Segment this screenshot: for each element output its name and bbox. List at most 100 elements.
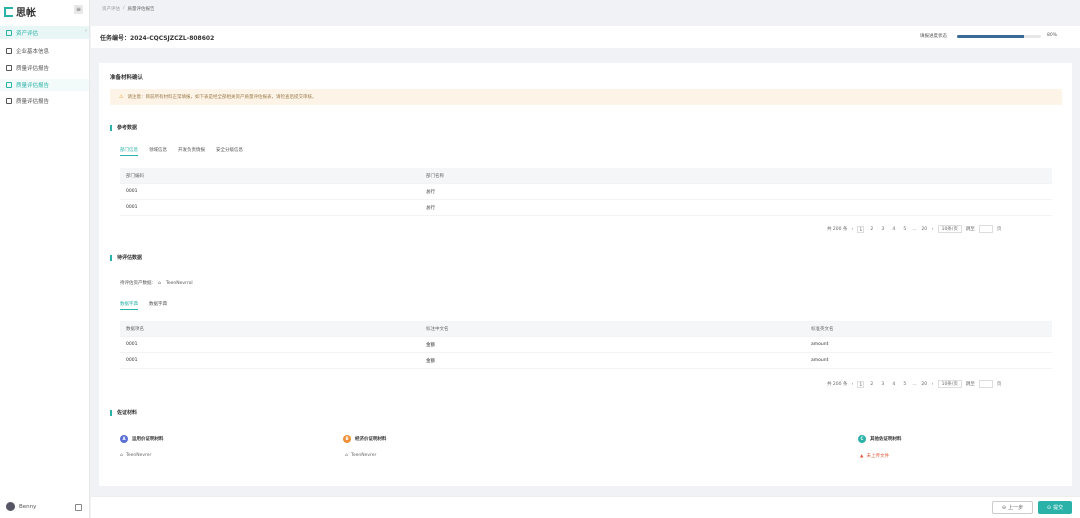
table-header: 数据项名 标注中文名 标准英文名	[120, 321, 1052, 337]
col-header: 标准英文名	[811, 326, 834, 332]
col-header: 部门名称	[426, 173, 444, 179]
pager-jump-label: 跳至	[965, 382, 975, 387]
sidebar-item-quality-report-2[interactable]: 质量评估报告	[0, 95, 89, 107]
alert-text: 请注意：目前所有材料正常填报，如下表是经全部相关资产质量评估报表，请检查后提交审…	[127, 95, 317, 100]
search-icon	[6, 82, 12, 88]
task-number-label: 任务编号：	[100, 35, 131, 42]
logo-icon	[4, 6, 13, 17]
gear-icon	[6, 65, 12, 71]
notice-alert: ⚠ 请注意：目前所有材料正常填报，如下表是经全部相关资产质量评估报表，请检查后提…	[110, 89, 1062, 105]
app-logo: 思帐	[4, 4, 36, 19]
pager-page[interactable]: 2	[868, 226, 875, 233]
tab-dev-owner[interactable]: 开发负责情报	[178, 147, 205, 156]
sidebar-item-company-info[interactable]: 企业基本信息	[0, 45, 89, 57]
page-size-select[interactable]: 10条/页	[937, 225, 962, 233]
material-missing[interactable]: ▲ 未上传文件	[860, 453, 889, 460]
folder-icon	[6, 29, 12, 36]
material-usage: A 运用价证明材料	[120, 435, 164, 443]
user-icon	[6, 98, 12, 104]
submit-label: 提交	[1053, 505, 1064, 511]
pager-prev-icon[interactable]: ‹	[851, 227, 853, 232]
pager-page[interactable]: 1	[857, 380, 865, 388]
eval-file-label: 待评估资产数据:	[120, 281, 154, 286]
table-row: 0001 金额 amount	[120, 337, 1052, 353]
table-cell: 0001	[126, 189, 138, 194]
pager-ellipsis[interactable]: …	[912, 382, 917, 387]
tab-security-level[interactable]: 安全分级信息	[216, 147, 243, 156]
pager-jump-input[interactable]	[978, 225, 993, 233]
pager-page[interactable]: 5	[901, 226, 908, 233]
sidebar-item-label: 质量评估报告	[16, 66, 50, 72]
table-row: 0001 总行	[120, 184, 1052, 200]
progress-bar	[957, 35, 1041, 38]
material-file-name: 未上传文件	[866, 454, 889, 459]
pager-ellipsis[interactable]: …	[912, 227, 917, 232]
pager-page[interactable]: 5	[901, 381, 908, 388]
table-cell: 总行	[426, 189, 435, 195]
table-row: 0001 总行	[120, 200, 1052, 216]
material-file[interactable]: ⌂ TeenNevrer	[345, 453, 376, 458]
pager-page-last[interactable]: 20	[921, 226, 928, 233]
pager-jump-input[interactable]	[978, 380, 993, 388]
col-header: 部门编码	[126, 173, 144, 179]
sidebar: 思帐 ≡ 资产评估 ‹ 企业基本信息 质量评估报告 质量评估报告 质量评估报告 …	[0, 0, 90, 518]
material-c-icon: C	[858, 435, 866, 443]
tab-data-dict[interactable]: 数据字典	[120, 301, 138, 310]
arrow-left-icon: ⊖	[1001, 504, 1007, 511]
material-other: C 其他佐证明材料	[858, 435, 902, 443]
material-file[interactable]: ⌂ TeenNevrer	[120, 453, 151, 458]
breadcrumb-parent[interactable]: 资产评估	[102, 6, 120, 12]
table-cell: amount	[811, 358, 829, 363]
pager-page[interactable]: 4	[890, 226, 897, 233]
progress-label: 填报进度状态	[920, 34, 947, 39]
logout-icon[interactable]	[75, 504, 82, 511]
pager-page-last[interactable]: 20	[921, 381, 928, 388]
pager-page[interactable]: 3	[879, 381, 886, 388]
eval-table: 数据项名 标注中文名 标准英文名 0001 金额 amount 0001 金额 …	[120, 321, 1052, 369]
pager-total: 共 200 条	[827, 382, 848, 387]
chevron-up-icon: ‹	[84, 28, 87, 34]
pager-next-icon[interactable]: ›	[932, 382, 934, 387]
pager-jump-label: 跳至	[965, 227, 975, 232]
pager-page-unit: 页	[996, 227, 1002, 232]
material-title: 经济价证明材料	[355, 437, 387, 442]
col-header: 数据项名	[126, 326, 144, 332]
sidebar-item-label: 质量评估报告	[16, 99, 50, 105]
material-b-icon: B	[343, 435, 351, 443]
eval-file-row: 待评估资产数据: ⌂ TeenNevrrol	[120, 280, 193, 287]
sidebar-item-quality-report-active[interactable]: 质量评估报告	[0, 79, 89, 91]
material-title: 其他佐证明材料	[870, 437, 902, 442]
pager-page-unit: 页	[996, 382, 1002, 387]
tab-domain[interactable]: 领域信息	[149, 147, 167, 156]
prev-step-button[interactable]: ⊖ 上一步	[992, 501, 1033, 514]
warning-icon: ⚠	[119, 94, 124, 100]
eval-file-name[interactable]: TeenNevrrol	[166, 281, 193, 286]
reference-pagination: 共 200 条 ‹ 1 2 3 4 5 … 20 › 10条/页 跳至 页	[827, 225, 1001, 233]
breadcrumb-current: 质量评估报告	[127, 7, 155, 12]
logo-text: 思帐	[16, 8, 36, 19]
pager-next-icon[interactable]: ›	[932, 227, 934, 232]
pager-page[interactable]: 2	[868, 381, 875, 388]
material-file-name: TeenNevrer	[350, 453, 377, 458]
tab-data-dict-2[interactable]: 数据字典	[149, 301, 167, 310]
material-file-name: TeenNevrer	[125, 453, 152, 458]
submit-button[interactable]: ⊙ 提交	[1038, 501, 1072, 514]
pager-prev-icon[interactable]: ‹	[851, 382, 853, 387]
tab-department[interactable]: 部门信息	[120, 147, 138, 156]
pager-page[interactable]: 3	[879, 226, 886, 233]
pager-page[interactable]: 4	[890, 381, 897, 388]
user-name: Benny	[19, 503, 37, 510]
table-cell: 总行	[426, 205, 435, 211]
sidebar-item-label: 质量评估报告	[16, 83, 50, 89]
sidebar-item-quality-report[interactable]: 质量评估报告	[0, 62, 89, 74]
pager-page[interactable]: 1	[857, 225, 865, 233]
material-a-icon: A	[120, 435, 128, 443]
user-profile[interactable]: Benny	[6, 502, 36, 511]
avatar	[6, 502, 15, 511]
sidebar-group-asset-eval[interactable]: 资产评估 ‹	[0, 26, 89, 39]
table-cell: 0001	[126, 205, 138, 210]
table-cell: 0001	[126, 358, 138, 363]
collapse-sidebar-button[interactable]: ≡	[74, 5, 83, 14]
breadcrumb-separator: /	[123, 6, 125, 11]
page-size-select[interactable]: 10条/页	[937, 380, 962, 388]
